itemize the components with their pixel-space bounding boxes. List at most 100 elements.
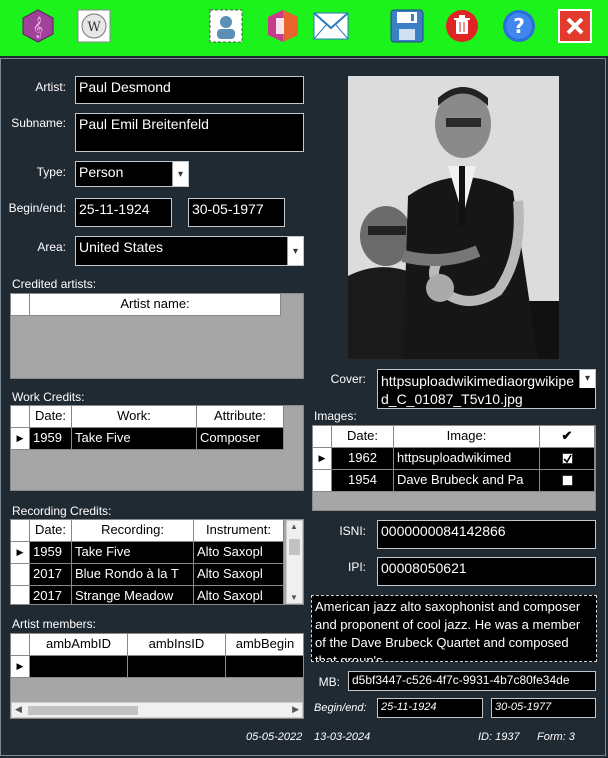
area-combo[interactable]: United States ▾: [75, 236, 304, 266]
form-number: Form: 3: [537, 731, 575, 743]
office-icon[interactable]: [265, 8, 301, 44]
work-credits-grid[interactable]: Date: Work: Attribute: ▶ 1959 Take Five …: [10, 405, 304, 491]
table-cell[interactable]: Take Five: [72, 428, 197, 450]
description-field[interactable]: American jazz alto saxophonist and compo…: [311, 595, 597, 662]
table-cell[interactable]: 1962: [332, 448, 394, 470]
table-cell[interactable]: httpsuploadwikimed: [394, 448, 540, 470]
credited-artists-grid[interactable]: Artist name:: [10, 293, 304, 379]
table-cell[interactable]: Dave Brubeck and Pa: [394, 470, 540, 492]
table-row[interactable]: ▶ 1959 Take Five Composer: [11, 428, 284, 450]
artist-field[interactable]: Paul Desmond: [75, 76, 304, 104]
row-selector-icon[interactable]: ▶: [11, 542, 30, 564]
row-selector-icon[interactable]: ▶: [11, 428, 30, 450]
artist-members-grid[interactable]: ambAmbID ambInsID ambBegin ▶ ◀ ▶: [10, 633, 304, 719]
column-header: Date:: [30, 520, 72, 542]
begin-end-label: Begin/end:: [8, 201, 66, 215]
begin-date-field[interactable]: 25-11-1924: [75, 198, 172, 227]
table-cell[interactable]: 1954: [332, 470, 394, 492]
column-header: Image:: [394, 426, 540, 448]
toolbar: 𝄞 W ?: [0, 0, 608, 56]
artist-photo: [348, 76, 559, 359]
row-selector[interactable]: [11, 564, 30, 586]
table-cell[interactable]: 1959: [30, 428, 72, 450]
scroll-left-icon[interactable]: ◀: [15, 704, 22, 715]
column-header: Attribute:: [197, 406, 284, 428]
vertical-scrollbar[interactable]: ▲ ▼: [286, 520, 303, 604]
help-icon[interactable]: ?: [501, 8, 537, 44]
artist-label: Artist:: [35, 80, 66, 94]
end-date-field[interactable]: 30-05-1977: [188, 198, 285, 227]
table-cell[interactable]: Alto Saxopl: [194, 586, 284, 604]
table-cell[interactable]: Take Five: [72, 542, 194, 564]
table-row[interactable]: 2017 Blue Rondo à la T Alto Saxopl: [11, 564, 284, 586]
close-icon[interactable]: [557, 8, 593, 44]
image-checkbox[interactable]: [561, 453, 573, 465]
scroll-thumb[interactable]: [28, 706, 138, 715]
row-selector-icon[interactable]: ▶: [11, 656, 30, 678]
row-selector-header: [11, 520, 30, 542]
scroll-right-icon[interactable]: ▶: [292, 704, 299, 715]
table-cell[interactable]: [540, 448, 595, 470]
horizontal-scrollbar[interactable]: ◀ ▶: [11, 702, 303, 718]
table-row-new[interactable]: ▶: [11, 656, 303, 678]
recording-credits-grid[interactable]: Date: Recording: Instrument: ▶ 1959 Take…: [10, 519, 304, 605]
mb-id-field[interactable]: d5bf3447-c526-4f7c-9931-4b7c80fe34de: [348, 671, 596, 691]
subname-label: Subname:: [11, 116, 66, 130]
row-selector-header: [11, 294, 30, 316]
save-icon[interactable]: [389, 8, 425, 44]
subname-field[interactable]: Paul Emil Breitenfeld: [75, 113, 304, 152]
wikipedia-icon[interactable]: W: [76, 8, 112, 44]
portrait-icon[interactable]: [208, 8, 244, 44]
row-selector-header: [11, 406, 30, 428]
column-header: Instrument:: [194, 520, 284, 542]
table-cell[interactable]: 1959: [30, 542, 72, 564]
table-cell[interactable]: 2017: [30, 586, 72, 604]
table-cell[interactable]: [30, 656, 128, 678]
cover-combo[interactable]: httpsuploadwikimediaorgwikiped_C_01087_T…: [377, 369, 596, 409]
delete-icon[interactable]: [444, 8, 480, 44]
music-clef-icon[interactable]: 𝄞: [20, 8, 56, 44]
row-selector-icon[interactable]: ▶: [313, 448, 332, 470]
chevron-down-icon[interactable]: ▾: [172, 162, 188, 186]
ipi-field[interactable]: 00008050621: [377, 557, 596, 586]
created-date: 05-05-2022: [246, 731, 303, 743]
mail-icon[interactable]: [313, 8, 349, 44]
images-grid[interactable]: Date: Image: ✔ ▶ 1962 httpsuploadwikimed…: [312, 425, 596, 511]
isni-field[interactable]: 0000000084142866: [377, 520, 596, 549]
cover-label: Cover:: [330, 372, 366, 386]
table-cell[interactable]: [540, 470, 595, 492]
end-date-field-2[interactable]: 30-05-1977: [491, 698, 596, 718]
chevron-down-icon[interactable]: ▾: [579, 370, 595, 388]
table-cell[interactable]: Composer: [197, 428, 284, 450]
table-row[interactable]: ▶ 1962 httpsuploadwikimed: [313, 448, 595, 470]
row-selector[interactable]: [11, 586, 30, 604]
column-header: Date:: [332, 426, 394, 448]
begin-date-field-2[interactable]: 25-11-1924: [377, 698, 483, 718]
area-value: United States: [79, 239, 164, 255]
table-cell[interactable]: Strange Meadow: [72, 586, 194, 604]
table-row[interactable]: 2017 Strange Meadow Alto Saxopl: [11, 586, 284, 604]
column-header: Date:: [30, 406, 72, 428]
table-row[interactable]: ▶ 1959 Take Five Alto Saxopl: [11, 542, 284, 564]
table-cell[interactable]: [226, 656, 303, 678]
table-cell[interactable]: 2017: [30, 564, 72, 586]
row-selector[interactable]: [313, 470, 332, 492]
type-combo[interactable]: Person ▾: [75, 161, 189, 187]
modified-date: 13-03-2024: [314, 731, 371, 743]
scroll-up-icon[interactable]: ▲: [290, 522, 298, 531]
scroll-down-icon[interactable]: ▼: [290, 593, 298, 602]
table-row[interactable]: 1954 Dave Brubeck and Pa: [313, 470, 595, 492]
scroll-thumb[interactable]: [289, 539, 300, 555]
svg-text:𝄞: 𝄞: [33, 17, 44, 38]
chevron-down-icon[interactable]: ▾: [287, 237, 303, 265]
table-cell[interactable]: Alto Saxopl: [194, 564, 284, 586]
table-cell[interactable]: Alto Saxopl: [194, 542, 284, 564]
credited-artists-label: Credited artists:: [12, 277, 97, 291]
table-cell[interactable]: [128, 656, 226, 678]
image-checkbox[interactable]: [561, 475, 573, 487]
table-cell[interactable]: Blue Rondo à la T: [72, 564, 194, 586]
column-header: Artist name:: [30, 294, 281, 316]
column-header: Recording:: [72, 520, 194, 542]
column-header: ✔: [540, 426, 595, 448]
column-header: Work:: [72, 406, 197, 428]
